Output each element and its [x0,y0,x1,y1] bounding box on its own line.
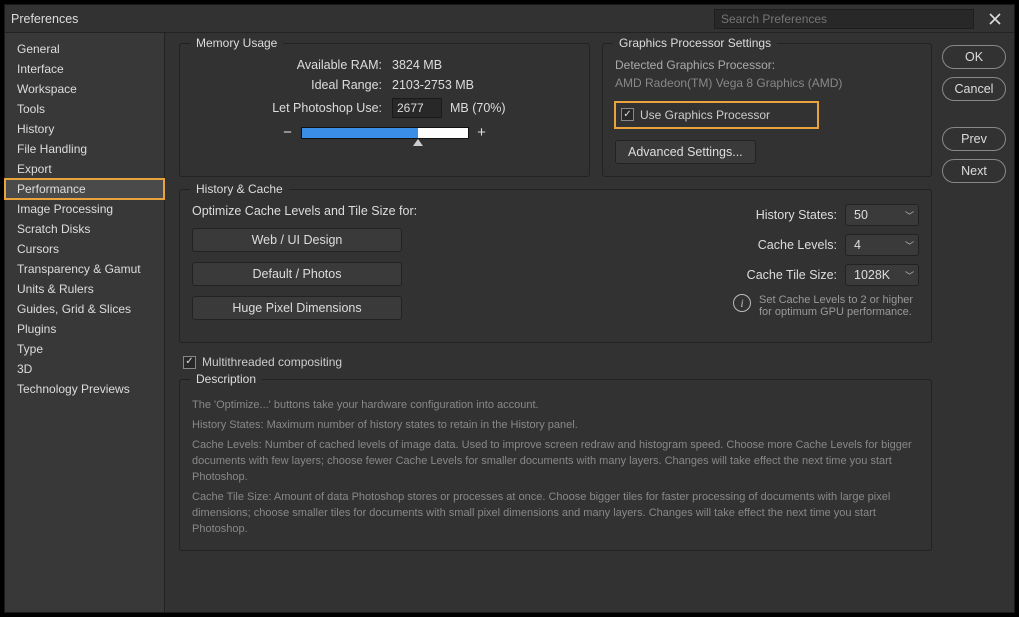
cache-tile-select[interactable]: 1028K ﹀ [845,264,919,286]
sidebar-item-history[interactable]: History [5,119,164,139]
sidebar-item-units-rulers[interactable]: Units & Rulers [5,279,164,299]
history-cache-group: History & Cache Optimize Cache Levels an… [179,189,932,343]
sidebar-item-cursors[interactable]: Cursors [5,239,164,259]
cache-info-text: Set Cache Levels to 2 or higher for opti… [759,294,919,318]
memory-increase-button[interactable]: + [475,124,489,141]
sidebar-item-3d[interactable]: 3D [5,359,164,379]
ok-button[interactable]: OK [942,45,1006,69]
description-title: Description [190,372,262,386]
close-button[interactable] [982,8,1008,30]
cache-levels-label: Cache Levels: [758,238,837,252]
optimize-huge-button[interactable]: Huge Pixel Dimensions [192,296,402,320]
sidebar-item-plugins[interactable]: Plugins [5,319,164,339]
next-button[interactable]: Next [942,159,1006,183]
memory-slider[interactable] [301,127,469,139]
info-icon: i [733,294,751,312]
history-states-label: History States: [756,208,837,222]
cache-levels-select[interactable]: 4 ﹀ [845,234,919,256]
multithreaded-row[interactable]: Multithreaded compositing [183,355,932,369]
prev-button[interactable]: Prev [942,127,1006,151]
sidebar-item-scratch-disks[interactable]: Scratch Disks [5,219,164,239]
use-gpu-row[interactable]: Use Graphics Processor [615,102,818,128]
optimize-label: Optimize Cache Levels and Tile Size for: [192,204,417,218]
ideal-range-label: Ideal Range: [192,78,382,92]
cache-tile-label: Cache Tile Size: [747,268,837,282]
gpu-settings-group: Graphics Processor Settings Detected Gra… [602,43,932,177]
description-line1: The 'Optimize...' buttons take your hard… [192,398,919,414]
description-line4: Cache Tile Size: Amount of data Photosho… [192,490,919,538]
available-ram-value: 3824 MB [392,58,442,72]
cache-levels-value: 4 [854,238,861,252]
chevron-down-icon: ﹀ [905,269,914,282]
sidebar-item-image-processing[interactable]: Image Processing [5,199,164,219]
use-gpu-label: Use Graphics Processor [640,108,770,122]
chevron-down-icon: ﹀ [905,239,914,252]
memory-usage-group: Memory Usage Available RAM: 3824 MB Idea… [179,43,590,177]
history-cache-title: History & Cache [190,182,289,196]
description-line2: History States: Maximum number of histor… [192,418,919,434]
sidebar-item-file-handling[interactable]: File Handling [5,139,164,159]
let-use-input[interactable] [392,98,442,118]
sidebar-item-performance[interactable]: Performance [5,179,164,199]
optimize-default-button[interactable]: Default / Photos [192,262,402,286]
content-area: Memory Usage Available RAM: 3824 MB Idea… [165,33,942,612]
close-icon [988,12,1002,26]
sidebar-item-export[interactable]: Export [5,159,164,179]
memory-group-title: Memory Usage [190,36,283,50]
sidebar-item-transparency-gamut[interactable]: Transparency & Gamut [5,259,164,279]
available-ram-label: Available RAM: [192,58,382,72]
titlebar: Preferences [5,5,1014,33]
gpu-detected-name: AMD Radeon(TM) Vega 8 Graphics (AMD) [615,76,919,90]
optimize-web-button[interactable]: Web / UI Design [192,228,402,252]
gpu-detected-label: Detected Graphics Processor: [615,58,919,72]
sidebar-item-interface[interactable]: Interface [5,59,164,79]
sidebar-item-type[interactable]: Type [5,339,164,359]
memory-decrease-button[interactable]: − [281,124,295,141]
button-rail: OK Cancel Prev Next [942,33,1014,612]
search-input[interactable] [714,9,974,29]
sidebar-item-workspace[interactable]: Workspace [5,79,164,99]
preferences-window: Preferences General Interface Workspace … [4,4,1015,613]
memory-slider-thumb[interactable] [413,139,423,146]
let-use-label: Let Photoshop Use: [192,101,382,115]
history-states-value: 50 [854,208,868,222]
sidebar: General Interface Workspace Tools Histor… [5,33,165,612]
advanced-settings-button[interactable]: Advanced Settings... [615,140,756,164]
ideal-range-value: 2103-2753 MB [392,78,474,92]
description-group: Description The 'Optimize...' buttons ta… [179,379,932,551]
let-use-suffix: MB (70%) [450,101,506,115]
window-title: Preferences [11,12,78,26]
sidebar-item-tools[interactable]: Tools [5,99,164,119]
history-states-select[interactable]: 50 ﹀ [845,204,919,226]
multithreaded-checkbox[interactable] [183,356,196,369]
sidebar-item-general[interactable]: General [5,39,164,59]
description-line3: Cache Levels: Number of cached levels of… [192,438,919,486]
sidebar-item-technology-previews[interactable]: Technology Previews [5,379,164,399]
cache-tile-value: 1028K [854,268,890,282]
sidebar-item-guides-grid-slices[interactable]: Guides, Grid & Slices [5,299,164,319]
memory-slider-fill [302,128,418,138]
multithreaded-label: Multithreaded compositing [202,355,342,369]
cancel-button[interactable]: Cancel [942,77,1006,101]
gpu-group-title: Graphics Processor Settings [613,36,777,50]
use-gpu-checkbox[interactable] [621,108,634,121]
chevron-down-icon: ﹀ [905,209,914,222]
